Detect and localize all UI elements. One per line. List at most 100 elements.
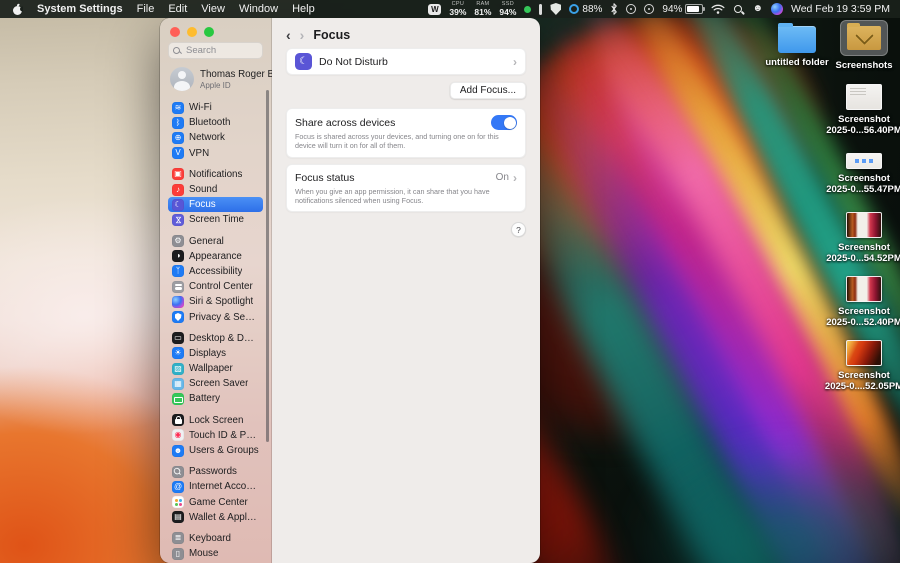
sidebar-item-network[interactable]: ⊕Network: [168, 130, 263, 145]
sidebar-item-lock-screen[interactable]: Lock Screen: [168, 413, 263, 428]
sidebar-item-displays[interactable]: ☀Displays: [168, 346, 263, 361]
desktop-file-screenshot[interactable]: Screenshot2025-0...52.40PM: [820, 276, 900, 328]
user-icon[interactable]: ☻: [752, 4, 763, 14]
shield-icon[interactable]: [550, 3, 561, 15]
sidebar-item-notifications[interactable]: ▣Notifications: [168, 167, 263, 182]
search-input[interactable]: [184, 44, 258, 57]
sidebar-item-wifi[interactable]: ≋Wi-Fi: [168, 100, 263, 115]
sidebar-item-siri-spotlight[interactable]: Siri & Spotlight: [168, 294, 263, 309]
menu-window[interactable]: Window: [239, 3, 278, 15]
stat-value: 39%: [449, 8, 466, 17]
vpn-icon: V: [172, 147, 184, 159]
icon-glyph: ≋: [175, 104, 182, 112]
keycap-w-icon[interactable]: W: [428, 4, 441, 15]
sidebar-item-privacy-security[interactable]: Privacy & Security: [168, 309, 263, 324]
back-button[interactable]: ‹: [286, 28, 291, 42]
sidebar-item-general[interactable]: ⚙General: [168, 234, 263, 249]
battery-icon: [172, 393, 184, 405]
icon-glyph: ♪: [176, 186, 180, 194]
icon-glyph: V: [175, 149, 180, 157]
sidebar-item-touch-id[interactable]: ◉Touch ID & Password: [168, 428, 263, 443]
menu-help[interactable]: Help: [292, 3, 315, 15]
siri-icon[interactable]: [771, 3, 783, 15]
sidebar-item-screen-time[interactable]: ⋈Screen Time: [168, 212, 263, 227]
desktop-file-screenshot[interactable]: Screenshot2025-0...56.40PM: [820, 84, 900, 136]
stat-ssd[interactable]: SSD94%: [499, 2, 516, 17]
circle-utility-icon[interactable]: [644, 4, 654, 14]
sidebar-item-battery[interactable]: Battery: [168, 391, 263, 406]
search-icon[interactable]: [733, 4, 744, 15]
sidebar-item-focus[interactable]: ☾Focus: [168, 197, 263, 212]
menu-view[interactable]: View: [201, 3, 225, 15]
stat-value: 81%: [474, 8, 491, 17]
stat-ram[interactable]: RAM81%: [474, 2, 491, 17]
close-button[interactable]: [170, 27, 180, 37]
bluetooth-icon[interactable]: [610, 3, 618, 15]
menu-edit[interactable]: Edit: [168, 3, 187, 15]
sidebar-scrollbar[interactable]: [266, 90, 269, 442]
sidebar-item-wallet[interactable]: ▤Wallet & Apple Pay: [168, 510, 263, 525]
siri-spotlight-icon: [172, 296, 184, 308]
sidebar-group-gap: [168, 407, 263, 413]
sidebar-item-wallpaper[interactable]: ▨Wallpaper: [168, 361, 263, 376]
desktop-folder-untitled[interactable]: untitled folder: [757, 26, 837, 68]
desktop-file-screenshot[interactable]: Screenshot2025-0...54.52PM: [820, 212, 900, 264]
apple-menu-icon[interactable]: [12, 3, 23, 16]
sidebar-item-control-center[interactable]: Control Center: [168, 279, 263, 294]
network-icon: ⊕: [172, 132, 184, 144]
zoom-button[interactable]: [204, 27, 214, 37]
help-button[interactable]: ?: [511, 222, 526, 237]
desktop-file-screenshot[interactable]: Screenshot2025-0....52.05PM: [820, 340, 900, 392]
sidebar-item-label: Mouse: [189, 548, 218, 559]
internet-accounts-icon: @: [172, 481, 184, 493]
desktop-file-screenshot[interactable]: Screenshot2025-0...55.47PM: [820, 148, 900, 195]
share-toggle[interactable]: [491, 115, 517, 130]
sidebar-item-internet-accounts[interactable]: @Internet Accounts: [168, 479, 263, 494]
battery-indicator[interactable]: 94%: [662, 4, 703, 15]
sidebar-item-screen-saver[interactable]: ▦Screen Saver: [168, 376, 263, 391]
sidebar-item-label: Notifications: [189, 169, 242, 180]
apple-id-profile[interactable]: Thomas Roger Bal... Apple ID: [168, 65, 263, 93]
search-icon: [173, 47, 181, 55]
focus-status-row[interactable]: Focus status On › When you give an app p…: [286, 164, 526, 213]
sidebar-item-sound[interactable]: ♪Sound: [168, 182, 263, 197]
minimize-button[interactable]: [187, 27, 197, 37]
bluetooth-icon: ᛒ: [172, 117, 184, 129]
sidebar-item-vpn[interactable]: VVPN: [168, 146, 263, 161]
add-focus-button[interactable]: Add Focus...: [450, 82, 526, 99]
sidebar-item-label: Appearance: [189, 251, 242, 262]
chevron-right-icon: ›: [513, 171, 517, 185]
desktop-icon-label: untitled folder: [765, 57, 828, 68]
sidebar-item-keyboard[interactable]: ≣Keyboard: [168, 531, 263, 546]
stat-label: CPU: [452, 2, 465, 8]
icon-glyph: ▯: [176, 550, 180, 558]
sidebar-item-bluetooth[interactable]: ᛒBluetooth: [168, 115, 263, 130]
forward-button[interactable]: ›: [300, 28, 305, 42]
sidebar-item-passwords[interactable]: ϘPasswords: [168, 464, 263, 479]
file-name-line2: 2025-0...56.40PM: [826, 125, 900, 136]
desktop-icon-label: Screenshot2025-0...54.52PM: [826, 242, 900, 264]
do-not-disturb-row[interactable]: ☾ Do Not Disturb ›: [286, 48, 526, 75]
sidebar-item-mouse[interactable]: ▯ Mouse: [168, 546, 263, 561]
icon-glyph: ☻: [174, 447, 182, 455]
sidebar-item-game-center[interactable]: Game Center: [168, 495, 263, 510]
wifi-icon[interactable]: [711, 4, 725, 14]
green-dot-icon[interactable]: [524, 6, 531, 13]
general-icon: ⚙: [172, 235, 184, 247]
sidebar-item-desktop-dock[interactable]: ▭Desktop & Dock: [168, 331, 263, 346]
stat-cpu[interactable]: CPU39%: [449, 2, 466, 17]
active-app-name[interactable]: System Settings: [37, 3, 123, 15]
sidebar-item-accessibility[interactable]: ᛉAccessibility: [168, 264, 263, 279]
sidebar-item-appearance[interactable]: ◑Appearance: [168, 249, 263, 264]
menu-bar-clock[interactable]: Wed Feb 19 3:59 PM: [791, 3, 890, 15]
sidebar-search[interactable]: [168, 42, 263, 59]
icon-glyph: @: [174, 483, 182, 491]
clock-utility-icon[interactable]: [626, 4, 636, 14]
utility-icon[interactable]: [539, 4, 542, 15]
users-groups-icon: ☻: [172, 445, 184, 457]
avatar: [170, 67, 194, 91]
menu-file[interactable]: File: [137, 3, 155, 15]
sidebar-item-users-groups[interactable]: ☻Users & Groups: [168, 443, 263, 458]
device-battery-ring[interactable]: 88%: [569, 4, 602, 15]
desktop-stack-screenshots[interactable]: Screenshots: [826, 20, 900, 71]
